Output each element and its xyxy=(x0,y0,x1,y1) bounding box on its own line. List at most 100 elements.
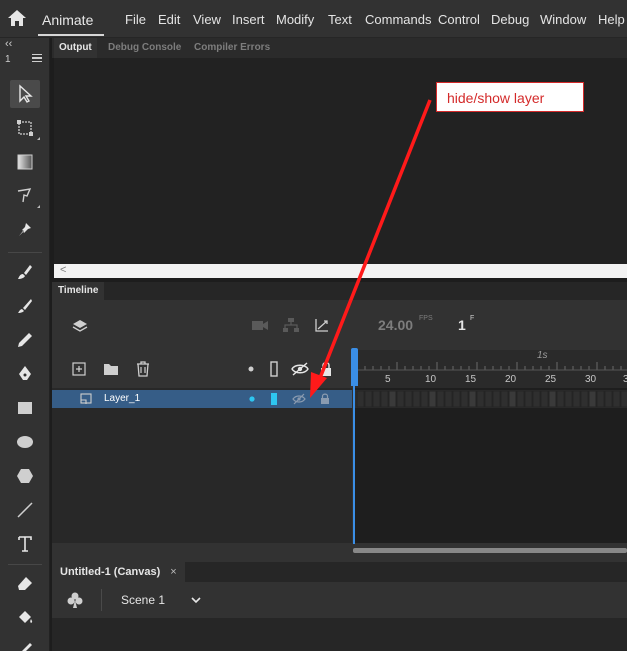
new-folder-icon[interactable] xyxy=(103,362,119,376)
toolbar-menu-icon[interactable] xyxy=(32,54,42,62)
free-transform-tool[interactable] xyxy=(10,114,40,142)
menu-debug[interactable]: Debug xyxy=(491,12,529,27)
menu-control[interactable]: Control xyxy=(438,12,480,27)
frame-cell[interactable] xyxy=(564,390,573,408)
frame-cell[interactable] xyxy=(404,390,413,408)
toolbar-column-count[interactable]: 1 xyxy=(5,54,11,65)
clubs-icon[interactable] xyxy=(66,591,84,609)
layer-highlight-dot[interactable] xyxy=(249,396,255,402)
frame-cell[interactable] xyxy=(572,390,581,408)
menu-commands[interactable]: Commands xyxy=(365,12,431,27)
layers-icon[interactable] xyxy=(72,318,88,334)
lock-all-icon[interactable] xyxy=(320,361,332,377)
frames-grid[interactable] xyxy=(353,388,627,543)
new-layer-icon[interactable] xyxy=(72,362,86,376)
home-icon[interactable] xyxy=(6,8,28,28)
frame-cell[interactable] xyxy=(508,390,517,408)
frame-cell[interactable] xyxy=(444,390,453,408)
layer-visibility-icon[interactable] xyxy=(292,393,306,405)
close-icon[interactable]: × xyxy=(170,566,176,578)
frame-cell[interactable] xyxy=(500,390,509,408)
document-tab[interactable]: Untitled-1 (Canvas) × xyxy=(52,562,185,582)
layer-parenting-icon[interactable] xyxy=(282,317,300,333)
trash-icon[interactable] xyxy=(136,361,150,377)
frame-cell[interactable] xyxy=(604,390,613,408)
frame-cell[interactable] xyxy=(596,390,605,408)
frame-cell[interactable] xyxy=(612,390,621,408)
frame-cell[interactable] xyxy=(580,390,589,408)
frames-ruler[interactable]: 1s 5 10 15 20 25 30 3 xyxy=(353,350,627,388)
tab-timeline[interactable]: Timeline xyxy=(52,282,105,300)
frame-cell[interactable] xyxy=(540,390,549,408)
outline-toggle-icon[interactable] xyxy=(269,361,279,377)
frame-cell[interactable] xyxy=(420,390,429,408)
frame-cell[interactable] xyxy=(484,390,493,408)
document-tab-label[interactable]: Untitled-1 (Canvas) xyxy=(60,566,160,578)
pen-tool[interactable] xyxy=(10,360,40,388)
frame-cell[interactable] xyxy=(380,390,389,408)
line-tool[interactable] xyxy=(10,496,40,524)
eyedropper-tool[interactable] xyxy=(10,636,40,651)
hide-show-all-icon[interactable] xyxy=(290,361,310,377)
frame-cell[interactable] xyxy=(532,390,541,408)
text-tool[interactable] xyxy=(10,530,40,558)
playhead[interactable] xyxy=(353,350,355,544)
tab-compiler-errors[interactable]: Compiler Errors xyxy=(189,38,275,58)
camera-icon[interactable] xyxy=(251,318,269,332)
pencil-tool[interactable] xyxy=(10,326,40,354)
polygon-tool[interactable] xyxy=(10,462,40,490)
brush-tool[interactable] xyxy=(10,292,40,320)
frame-cell[interactable] xyxy=(588,390,597,408)
collapse-icon[interactable]: ‹‹ xyxy=(5,39,12,50)
menu-text[interactable]: Text xyxy=(328,12,352,27)
app-title[interactable]: Animate xyxy=(42,12,93,28)
scene-label[interactable]: Scene 1 xyxy=(121,593,165,607)
pin-tool[interactable] xyxy=(10,216,40,244)
layer-name[interactable]: Layer_1 xyxy=(104,393,140,404)
paint-brush-tool[interactable] xyxy=(10,258,40,286)
lasso-tool[interactable] xyxy=(10,182,40,210)
menu-window[interactable]: Window xyxy=(540,12,586,27)
frame-cell[interactable] xyxy=(548,390,557,408)
menu-help[interactable]: Help xyxy=(598,12,625,27)
frames-row[interactable] xyxy=(353,390,627,408)
frame-cells[interactable] xyxy=(353,390,627,408)
menu-edit[interactable]: Edit xyxy=(158,12,180,27)
menu-file[interactable]: File xyxy=(125,12,146,27)
gradient-tool[interactable] xyxy=(10,148,40,176)
layer-lock-icon[interactable] xyxy=(320,393,330,405)
frame-cell[interactable] xyxy=(492,390,501,408)
layer-row[interactable]: Layer_1 xyxy=(52,390,352,408)
frame-cell[interactable] xyxy=(388,390,397,408)
stage-area[interactable] xyxy=(52,618,627,651)
timeline-horizontal-scrollbar[interactable] xyxy=(353,548,627,553)
frame-cell[interactable] xyxy=(476,390,485,408)
frame-cell[interactable] xyxy=(372,390,381,408)
current-frame-value[interactable]: 1 xyxy=(458,317,466,333)
scroll-left-icon[interactable]: < xyxy=(60,264,66,276)
frame-cell[interactable] xyxy=(412,390,421,408)
highlight-layers-icon[interactable] xyxy=(248,366,254,372)
frame-cell[interactable] xyxy=(356,390,365,408)
frame-cell[interactable] xyxy=(460,390,469,408)
graph-icon[interactable] xyxy=(314,317,330,333)
frame-cell[interactable] xyxy=(396,390,405,408)
frame-cell[interactable] xyxy=(556,390,565,408)
frame-cell[interactable] xyxy=(452,390,461,408)
frame-cell[interactable] xyxy=(364,390,373,408)
fps-value[interactable]: 24.00 xyxy=(378,317,413,333)
output-horizontal-scrollbar[interactable]: < xyxy=(54,264,627,278)
eraser-tool[interactable] xyxy=(10,570,40,598)
frame-cell[interactable] xyxy=(524,390,533,408)
menu-modify[interactable]: Modify xyxy=(276,12,314,27)
frame-cell[interactable] xyxy=(516,390,525,408)
menu-view[interactable]: View xyxy=(193,12,221,27)
layer-color-swatch[interactable] xyxy=(271,393,277,405)
frame-cell[interactable] xyxy=(468,390,477,408)
menu-insert[interactable]: Insert xyxy=(232,12,265,27)
tab-output[interactable]: Output xyxy=(54,38,97,58)
frame-cell[interactable] xyxy=(436,390,445,408)
rectangle-tool[interactable] xyxy=(10,394,40,422)
tab-debug-console[interactable]: Debug Console xyxy=(103,38,186,58)
oval-tool[interactable] xyxy=(10,428,40,456)
